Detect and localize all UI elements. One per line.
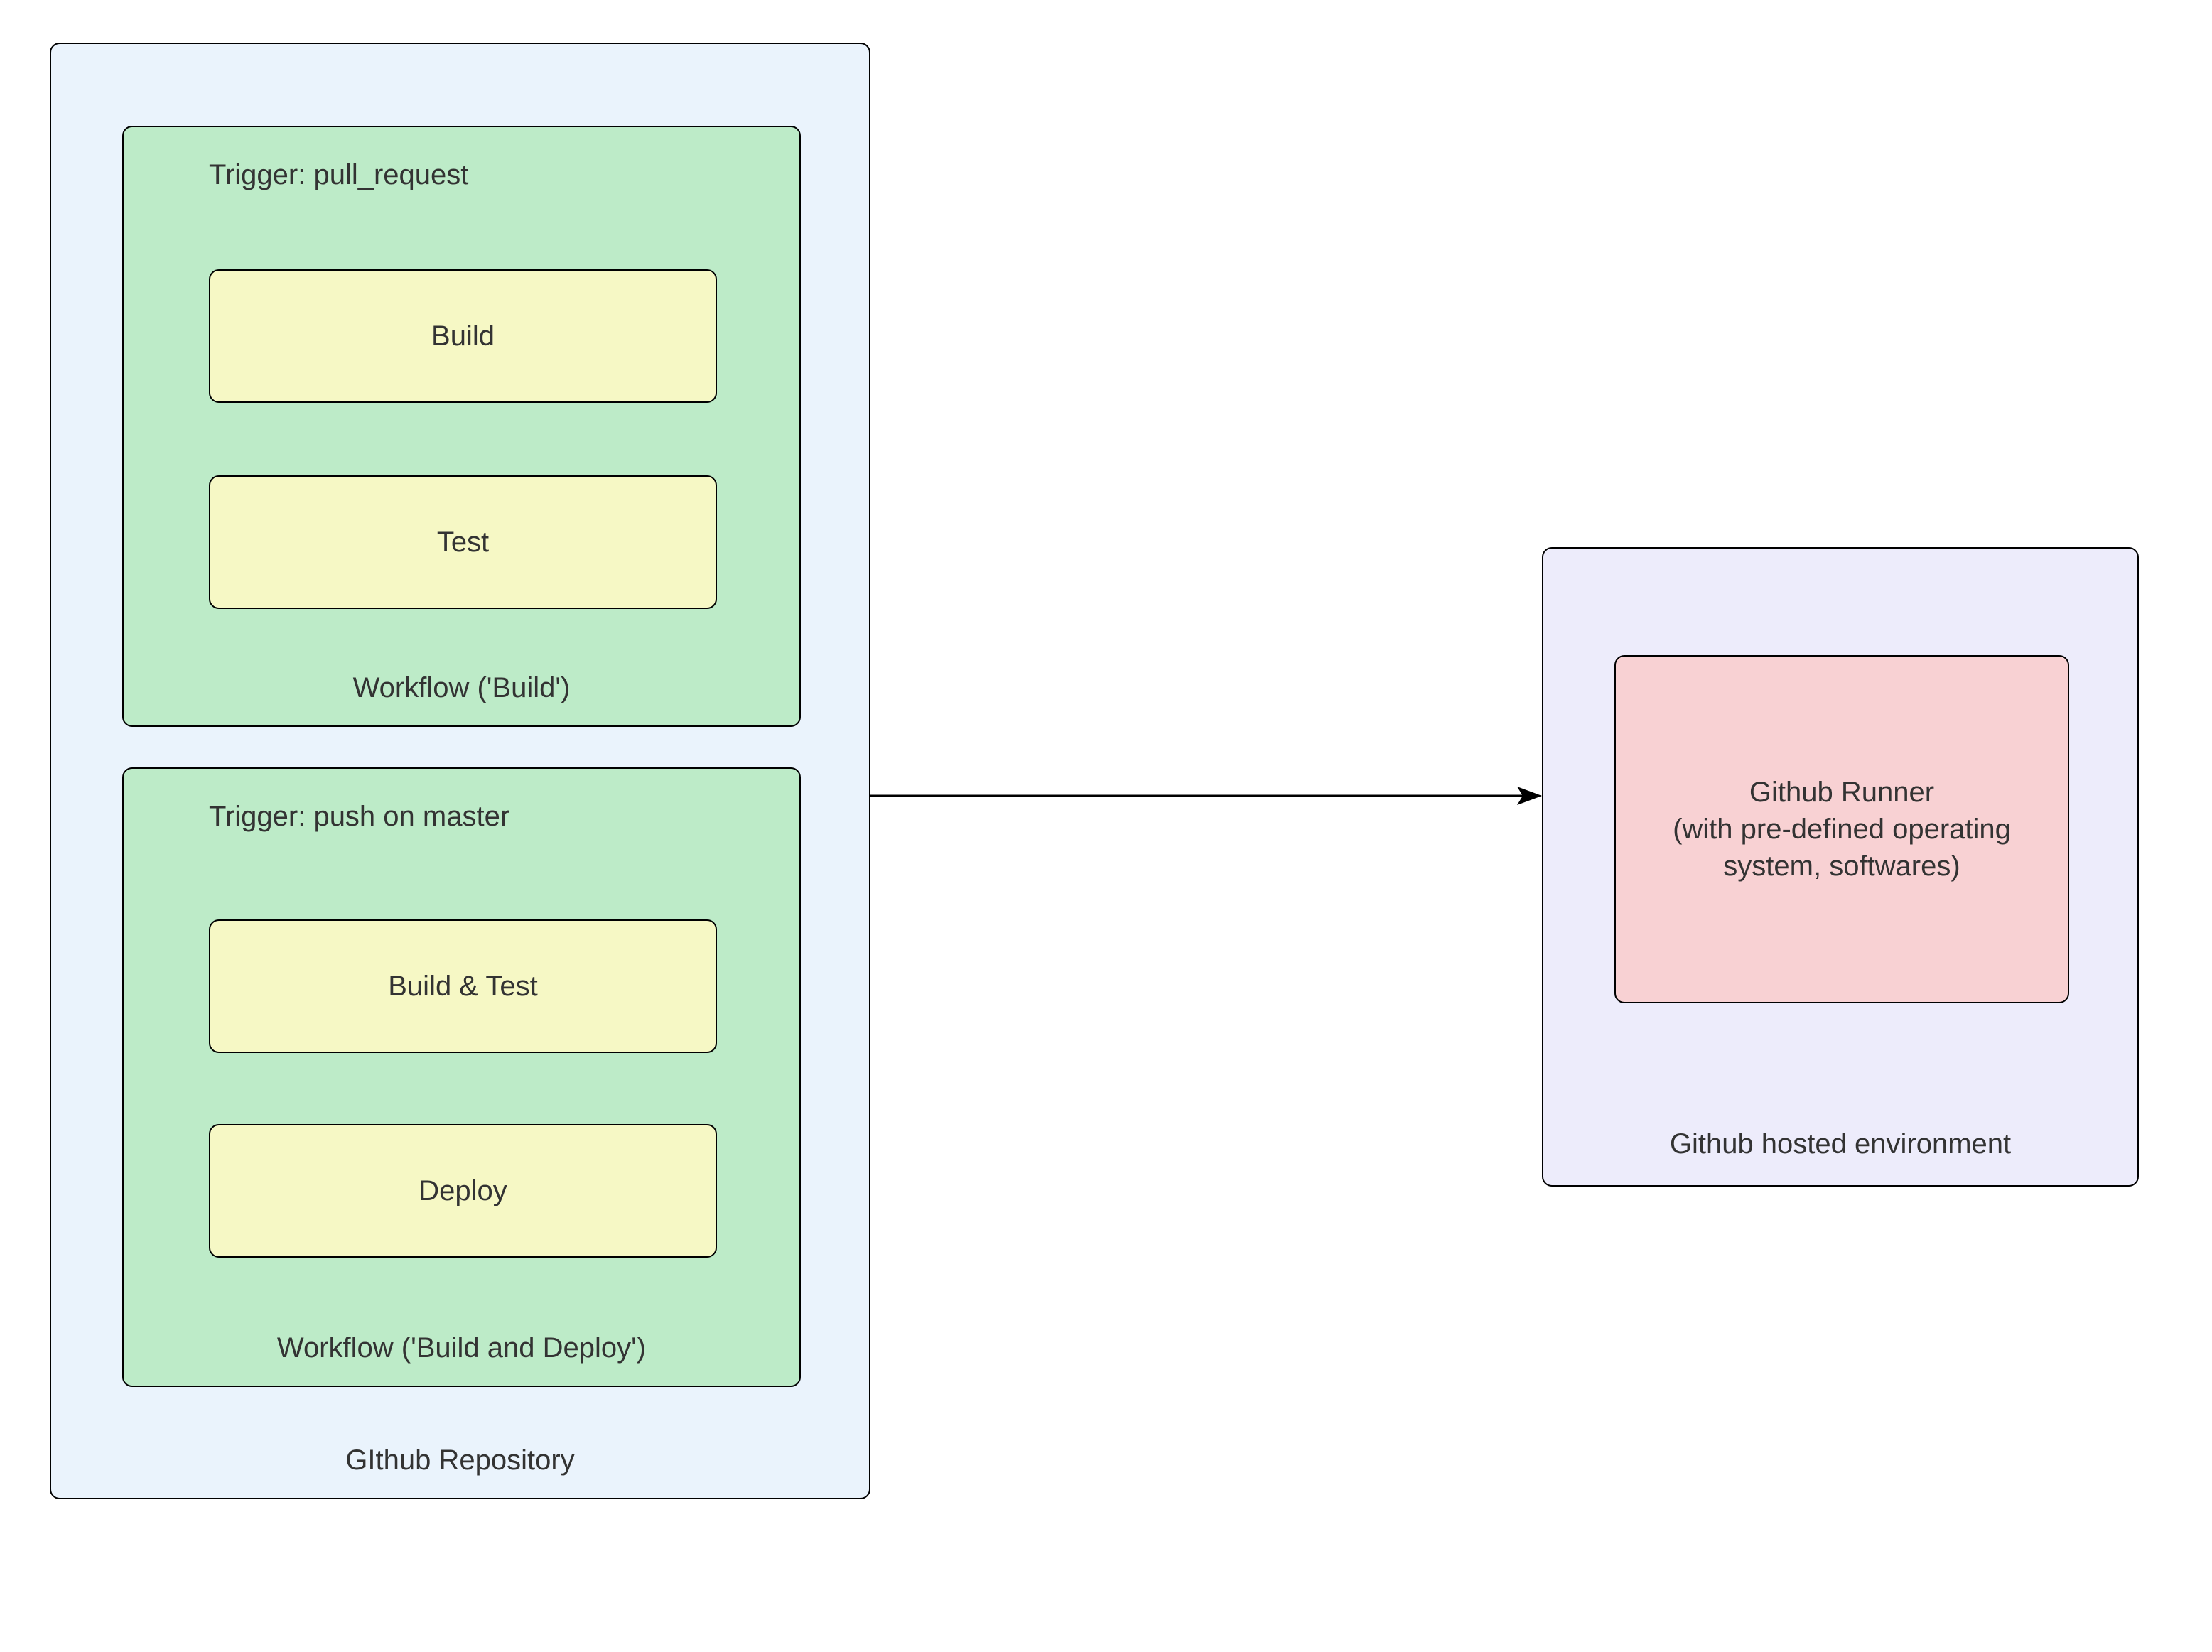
workflow-trigger-label: Trigger: pull_request [209,159,468,191]
github-hosted-environment-container: Github Runner (with pre-defined operatin… [1542,547,2139,1187]
github-runner-box: Github Runner (with pre-defined operatin… [1614,655,2069,1003]
workflow-trigger-label: Trigger: push on master [209,801,509,833]
workflow-step-test: Test [209,475,717,609]
workflow-step-deploy: Deploy [209,1124,717,1258]
github-repository-container: Trigger: pull_request Build Test Workflo… [50,43,870,1499]
workflow-name-label: Workflow ('Build') [124,672,799,704]
workflow-name-label: Workflow ('Build and Deploy') [124,1332,799,1364]
workflow-build-deploy-container: Trigger: push on master Build & Test Dep… [122,767,801,1387]
workflow-build-container: Trigger: pull_request Build Test Workflo… [122,126,801,727]
repository-label: GIthub Repository [51,1445,869,1476]
arrow-icon [870,778,1542,814]
github-runner-label: Github Runner (with pre-defined operatin… [1644,774,2039,885]
workflow-step-build: Build [209,269,717,403]
environment-label: Github hosted environment [1543,1128,2137,1160]
workflow-step-build-test: Build & Test [209,919,717,1053]
